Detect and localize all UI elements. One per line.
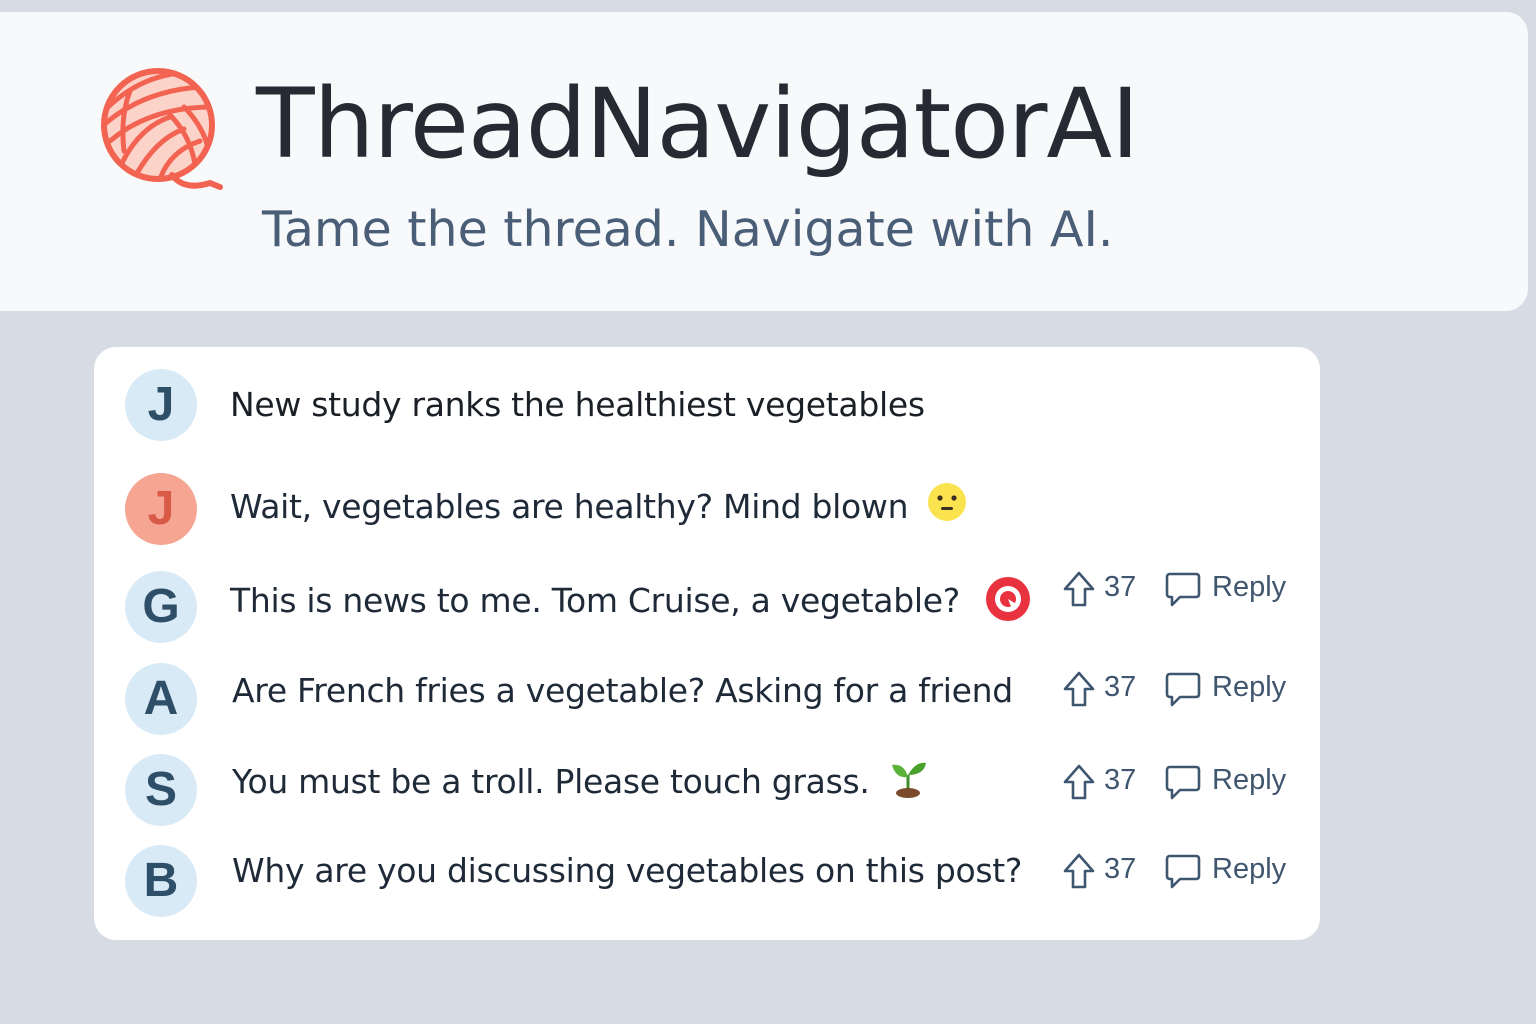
- upvote-arrow-icon: [1063, 671, 1095, 707]
- thread-comment: A Are French fries a vegetable? Asking f…: [94, 659, 1320, 739]
- upvote-arrow-icon: [1063, 571, 1095, 607]
- upvote-count: 37: [1104, 571, 1137, 603]
- red-circle-emoji-icon: [986, 576, 1031, 621]
- yarn-ball-icon: [101, 68, 223, 190]
- upvote-count: 37: [1104, 671, 1137, 703]
- avatar[interactable]: B: [125, 845, 197, 917]
- reply-label: Reply: [1212, 764, 1287, 796]
- thread-comment: G This is news to me. Tom Cruise, a vege…: [94, 567, 1320, 647]
- comment-text: You must be a troll. Please touch grass.: [232, 762, 870, 801]
- speech-bubble-icon: [1165, 672, 1201, 707]
- avatar[interactable]: J: [125, 473, 197, 545]
- comment-body: Why are you discussing vegetables on thi…: [232, 851, 1022, 891]
- upvote-button[interactable]: 37: [1060, 667, 1150, 711]
- upvote-arrow-icon: [1063, 853, 1095, 889]
- reply-label: Reply: [1212, 571, 1287, 603]
- post-text: New study ranks the healthiest vegetable…: [230, 385, 925, 424]
- thread-card: J New study ranks the healthiest vegetab…: [94, 347, 1320, 940]
- reply-button[interactable]: Reply: [1164, 567, 1294, 611]
- comment-text: Wait, vegetables are healthy? Mind blown: [230, 487, 909, 526]
- reply-button[interactable]: Reply: [1164, 760, 1294, 804]
- thread-post: J New study ranks the healthiest vegetab…: [94, 365, 1320, 445]
- reply-label: Reply: [1212, 671, 1287, 703]
- reply-button[interactable]: Reply: [1164, 849, 1294, 893]
- comment-text: Are French fries a vegetable? Asking for…: [232, 671, 1013, 710]
- comment-actions: 37 Reply: [1060, 760, 1300, 804]
- upvote-arrow-icon: [1063, 764, 1095, 800]
- reply-label: Reply: [1212, 853, 1287, 885]
- comment-actions: 37 Reply: [1060, 567, 1300, 611]
- thread-comment: B Why are you discussing vegetables on t…: [94, 843, 1320, 923]
- comment-text: This is news to me. Tom Cruise, a vegeta…: [230, 581, 960, 620]
- post-title[interactable]: New study ranks the healthiest vegetable…: [230, 385, 925, 425]
- app-header: ThreadNavigatorAI Tame the thread. Navig…: [0, 12, 1528, 311]
- thread-comment: S You must be a troll. Please touch gras…: [94, 752, 1320, 832]
- app-tagline: Tame the thread. Navigate with AI.: [262, 201, 1114, 258]
- comment-actions: 37 Reply: [1060, 667, 1300, 711]
- speech-bubble-icon: [1165, 765, 1201, 800]
- face-emoji-icon: [928, 482, 967, 521]
- upvote-count: 37: [1104, 853, 1137, 885]
- upvote-button[interactable]: 37: [1060, 849, 1150, 893]
- avatar[interactable]: A: [125, 663, 197, 735]
- avatar[interactable]: S: [125, 754, 197, 826]
- reply-button[interactable]: Reply: [1164, 667, 1294, 711]
- speech-bubble-icon: [1165, 572, 1201, 607]
- avatar[interactable]: J: [125, 369, 197, 441]
- comment-body: You must be a troll. Please touch grass.: [232, 762, 928, 802]
- comment-actions: 37 Reply: [1060, 849, 1300, 893]
- comment-body: Are French fries a vegetable? Asking for…: [232, 671, 1013, 711]
- comment-body: This is news to me. Tom Cruise, a vegeta…: [230, 576, 1032, 623]
- thread-comment: J Wait, vegetables are healthy? Mind blo…: [94, 469, 1320, 549]
- comment-text: Why are you discussing vegetables on thi…: [232, 851, 1023, 890]
- seedling-emoji-icon: [891, 762, 926, 798]
- app-title: ThreadNavigatorAI: [256, 68, 1139, 180]
- speech-bubble-icon: [1165, 854, 1201, 889]
- upvote-count: 37: [1104, 764, 1137, 796]
- upvote-button[interactable]: 37: [1060, 567, 1150, 611]
- comment-body: Wait, vegetables are healthy? Mind blown: [230, 482, 968, 527]
- avatar[interactable]: G: [125, 571, 197, 643]
- upvote-button[interactable]: 37: [1060, 760, 1150, 804]
